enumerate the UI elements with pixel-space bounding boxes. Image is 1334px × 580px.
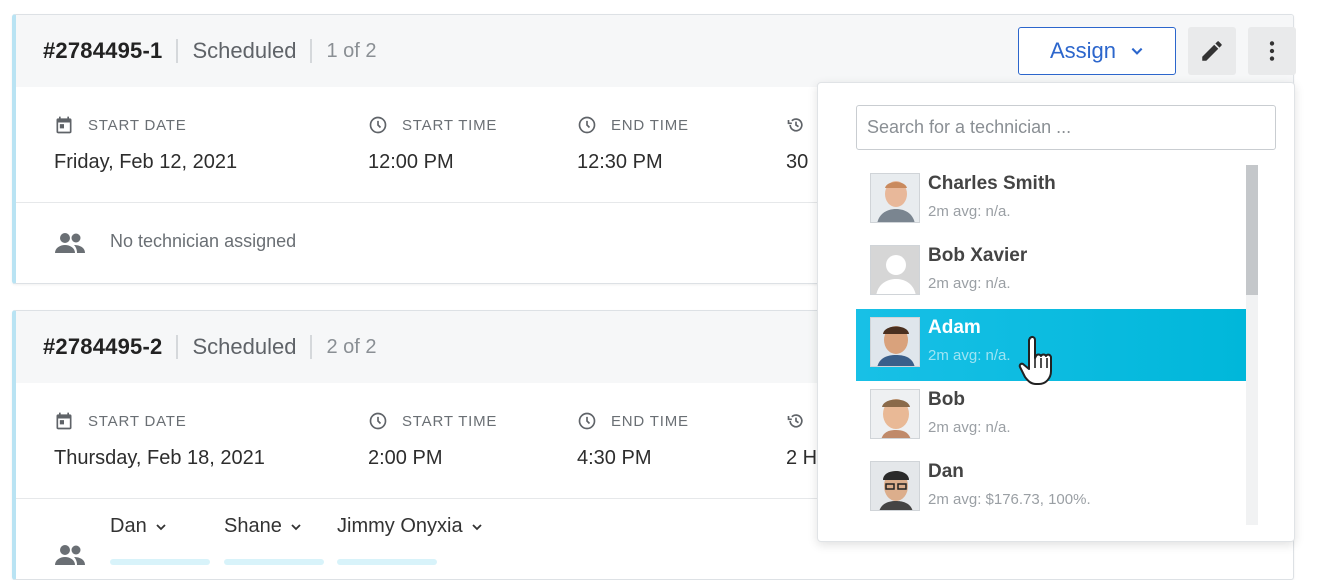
avatar [870,389,920,439]
more-vertical-icon [1269,41,1275,61]
avatar [870,173,920,223]
edit-button[interactable] [1188,27,1236,75]
order-status: Scheduled [192,38,297,63]
technician-stat: 2m avg: n/a. [928,275,1011,292]
order-id: #2784495-1 [43,38,163,63]
end-time-field: END TIME 12:30 PM [577,115,689,174]
technician-name: Dan [928,461,964,482]
people-icon [55,545,85,565]
divider [176,335,179,359]
chip-underline [337,559,437,565]
technician-stat: 2m avg: n/a. [928,347,1011,364]
divider [176,39,179,63]
technician-chip-dan[interactable]: Dan [110,515,210,565]
assign-button-label: Assign [1049,38,1117,63]
technician-option-charles-smith[interactable]: Charles Smith 2m avg: n/a. [856,165,1246,237]
order-status: Scheduled [192,334,297,359]
clock-icon [578,412,596,430]
technician-search-input[interactable] [856,105,1276,150]
technician-stat: 2m avg: n/a. [928,203,1011,220]
start-date-field: START DATE Friday, Feb 12, 2021 [54,115,237,174]
people-icon [55,233,85,253]
technician-option-bob[interactable]: Bob 2m avg: n/a. [856,381,1246,453]
technician-chip-label: Shane [224,515,282,537]
start-time-field: START TIME 2:00 PM [368,411,497,470]
technician-stat: 2m avg: $176.73, 100%. [928,491,1091,508]
end-time-value: 12:30 PM [577,151,663,173]
technician-chip-label: Jimmy Onyxia [337,515,463,537]
start-time-label: START TIME [402,116,498,134]
clock-icon [578,116,596,134]
technician-chip-shane[interactable]: Shane [224,515,324,565]
start-date-value: Friday, Feb 12, 2021 [54,151,238,173]
duration-value: 30 [786,151,809,173]
chevron-down-icon [156,523,166,530]
duration-value: 2 H [786,447,818,469]
hand-cursor-icon [1018,335,1052,385]
technician-dropdown: Charles Smith 2m avg: n/a. Bob Xavier 2m… [817,82,1295,542]
end-time-value: 4:30 PM [577,447,652,469]
chevron-down-icon [1131,47,1143,55]
start-time-value: 2:00 PM [368,447,443,469]
clock-icon [369,116,387,134]
assign-button[interactable]: Assign [1018,27,1176,75]
history-icon [787,118,803,132]
end-time-label: END TIME [611,116,689,134]
duration-field: 30 [786,115,808,174]
divider [310,39,313,63]
avatar [870,245,920,295]
start-date-value: Thursday, Feb 18, 2021 [54,447,265,469]
technician-name: Adam [928,317,981,338]
start-time-label: START TIME [402,412,498,430]
clock-icon [369,412,387,430]
avatar [870,317,920,367]
pencil-icon [1202,41,1222,61]
chip-underline [224,559,324,565]
history-icon [787,414,803,428]
more-options-button[interactable] [1248,27,1296,75]
technician-name: Charles Smith [928,173,1056,194]
chevron-down-icon [291,523,301,530]
avatar [870,461,920,511]
technician-name: Bob [928,389,965,410]
technician-name: Bob Xavier [928,245,1028,266]
technician-chip-jimmy-onyxia[interactable]: Jimmy Onyxia [337,515,483,565]
no-technician-text: No technician assigned [110,231,297,251]
order-count: 1 of 2 [326,39,377,62]
calendar-icon [56,412,72,430]
chip-underline [110,559,210,565]
end-time-field: END TIME 4:30 PM [577,411,689,470]
start-date-field: START DATE Thursday, Feb 18, 2021 [54,411,265,470]
divider [310,335,313,359]
duration-field: 2 H [786,411,817,470]
calendar-icon [56,116,72,134]
order-id: #2784495-2 [43,334,163,359]
start-time-value: 12:00 PM [368,151,454,173]
start-date-label: START DATE [88,412,187,430]
technician-option-bob-xavier[interactable]: Bob Xavier 2m avg: n/a. [856,237,1246,309]
start-time-field: START TIME 12:00 PM [368,115,497,174]
end-time-label: END TIME [611,412,689,430]
order-count: 2 of 2 [326,335,377,358]
technician-option-dan[interactable]: Dan 2m avg: $176.73, 100%. [856,453,1246,525]
technician-chip-label: Dan [110,515,147,537]
start-date-label: START DATE [88,116,187,134]
chevron-down-icon [471,523,482,530]
scrollbar-thumb[interactable] [1246,165,1258,295]
technician-stat: 2m avg: n/a. [928,419,1011,436]
